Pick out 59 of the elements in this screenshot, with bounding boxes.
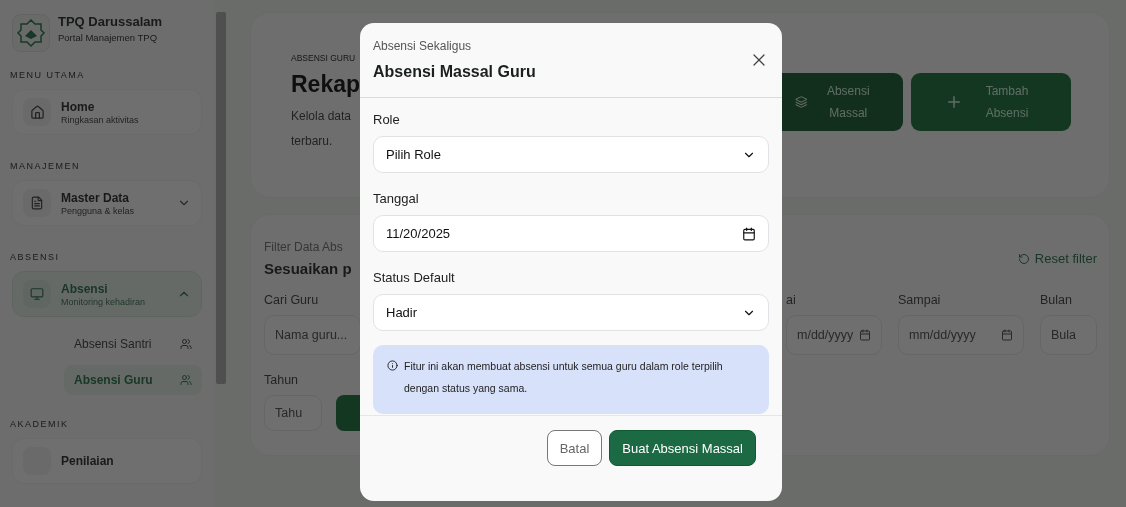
- modal-eyebrow: Absensi Sekaligus: [373, 39, 473, 53]
- nav-label: Absensi: [61, 281, 109, 296]
- nav-item[interactable]: Absensi Monitoring kehadiran: [12, 271, 202, 317]
- nav-sublabel: Pengguna & kelas: [61, 205, 136, 216]
- nav-sublabel: Monitoring kehadiran: [61, 296, 147, 307]
- section-title: AKADEMIK: [10, 419, 70, 429]
- page-description: Kelola data: [291, 107, 352, 125]
- submit-button[interactable]: Buat Absensi Massal: [609, 430, 756, 466]
- nav-subitem[interactable]: Absensi Santri: [64, 329, 202, 359]
- filter-eyebrow: Filter Data Abs: [264, 240, 344, 254]
- field-label: Tanggal: [373, 191, 420, 206]
- page-description: terbaru.: [291, 132, 333, 150]
- field-label: Bulan: [1040, 293, 1073, 307]
- field-label: Status Default: [373, 270, 456, 285]
- field-label: Cari Guru: [264, 293, 320, 307]
- modal-title: Absensi Massal Guru: [373, 63, 536, 81]
- input-field[interactable]: m/dd/yyyy: [786, 315, 882, 355]
- section-title: MANAJEMEN: [10, 161, 81, 171]
- field-label: Sampai: [898, 293, 942, 307]
- calendar-icon: [859, 329, 871, 341]
- action-button[interactable]: Tambah Absensi: [911, 73, 1071, 131]
- field-label: ai: [786, 293, 797, 307]
- info-text: Fitur ini akan membuat absensi untuk semua guru dalam role terpilih dengan status yang sama.: [404, 359, 724, 396]
- input-field[interactable]: mm/dd/yyyy: [898, 315, 1024, 355]
- page-title: Rekap: [291, 70, 357, 98]
- monitor-icon: [30, 287, 44, 301]
- layers-icon: [795, 95, 808, 109]
- logo-icon: [12, 14, 50, 52]
- reset-filter-link[interactable]: Reset filter: [1017, 251, 1097, 266]
- input-field[interactable]: Nama guru...: [264, 315, 361, 355]
- calendar-icon: [1001, 329, 1013, 341]
- select-field[interactable]: Pilih Role: [373, 136, 769, 173]
- filter-title: Sesuaikan p: [264, 260, 352, 277]
- brand-name: TPQ Darussalam: [58, 14, 163, 29]
- date-field[interactable]: 11/20/2025: [373, 215, 769, 252]
- select-field[interactable]: Hadir: [373, 294, 769, 331]
- users-icon: [180, 374, 192, 386]
- reset-icon: [1017, 252, 1030, 265]
- field-label: Role: [373, 112, 401, 127]
- document-icon: [30, 196, 44, 210]
- calendar-icon: [742, 226, 756, 241]
- plus-icon: [945, 93, 963, 111]
- page-eyebrow: ABSENSI GURU: [291, 52, 357, 63]
- home-icon: [29, 104, 45, 120]
- nav-label: Penilaian: [61, 454, 115, 468]
- scrollbar-thumb[interactable]: [216, 12, 226, 384]
- nav-subitem[interactable]: Absensi Guru: [64, 365, 202, 395]
- section-title: ABSENSI: [10, 252, 61, 262]
- year-select[interactable]: Tahu: [264, 395, 322, 431]
- nav-label: Home: [61, 99, 96, 114]
- nav-label: Master Data: [61, 190, 131, 205]
- users-icon: [180, 338, 192, 350]
- field-label: Tahun: [264, 373, 300, 387]
- info-icon: [387, 360, 398, 371]
- nav-sublabel: Ringkasan aktivitas: [61, 114, 140, 125]
- brand-tagline: Portal Manajemen TPQ: [58, 32, 159, 43]
- cancel-button[interactable]: Batal: [546, 430, 603, 466]
- input-field[interactable]: Bula: [1040, 315, 1097, 355]
- section-title: MENU UTAMA: [10, 70, 86, 80]
